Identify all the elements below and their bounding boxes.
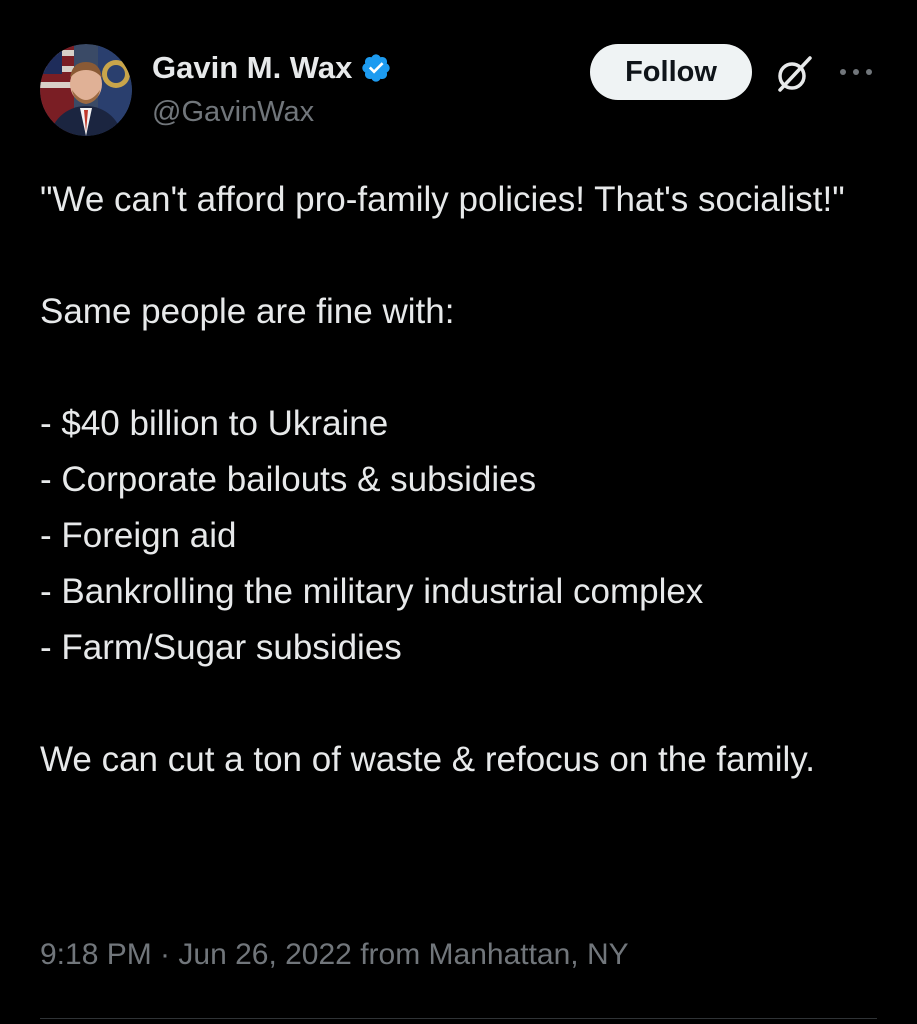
tweet-list: - $40 billion to Ukraine - Corporate bai… [40,404,704,667]
grok-icon[interactable] [772,52,816,96]
tweet-paragraph: Same people are fine with: [40,292,455,331]
tweet-paragraph: We can cut a ton of waste & refocus on t… [40,740,815,779]
divider [40,1018,877,1019]
avatar[interactable] [40,44,132,136]
profile-photo-icon [40,44,132,136]
tweet-text: "We can't afford pro-family policies! Th… [40,172,890,788]
follow-button[interactable]: Follow [590,44,752,100]
tweet: Gavin M. Wax @GavinWax Follow "We can't … [0,0,917,1024]
verified-badge-icon [360,52,392,84]
author-display-name[interactable]: Gavin M. Wax [152,50,352,86]
tweet-paragraph: "We can't afford pro-family policies! Th… [40,180,845,219]
more-options-icon[interactable] [835,60,877,84]
author-handle[interactable]: @GavinWax [152,96,314,129]
tweet-timestamp[interactable]: 9:18 PM · Jun 26, 2022 from Manhattan, N… [40,938,629,972]
author-name-row: Gavin M. Wax [152,48,392,88]
